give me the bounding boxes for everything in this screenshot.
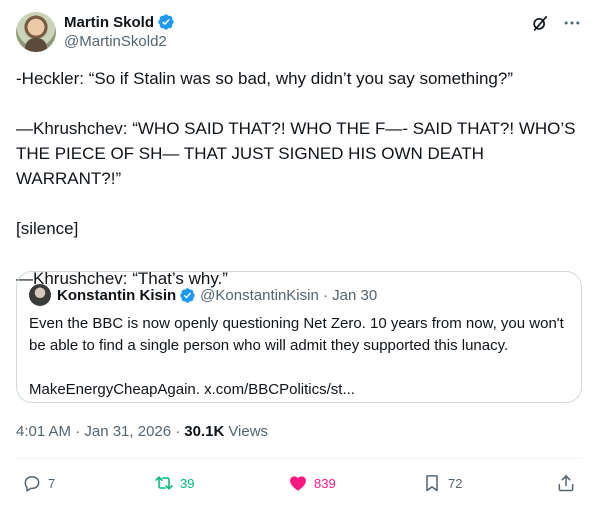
author-avatar[interactable] — [16, 12, 56, 52]
bookmark-button[interactable]: 72 — [422, 470, 462, 496]
tweet-paragraph: —Khrushchev: “WHO SAID THAT?! WHO THE F—… — [16, 119, 580, 188]
tweet-body: -Heckler: “So if Stalin was so bad, why … — [16, 66, 582, 291]
tweet-meta: 4:01 AM · Jan 31, 2026 · 30.1K Views — [16, 421, 268, 441]
author-handle[interactable]: @MartinSkold2 — [64, 33, 175, 50]
author-name-row: Martin Skold — [64, 12, 175, 32]
grok-icon[interactable] — [530, 13, 550, 33]
views-label: Views — [228, 422, 269, 440]
tweet-paragraph: -Heckler: “So if Stalin was so bad, why … — [16, 69, 514, 88]
quoted-paragraph: MakeEnergyCheapAgain. x.com/BBCPolitics/… — [29, 381, 355, 398]
views-count: 30.1K — [184, 422, 225, 440]
action-bar: 7 39 839 72 — [16, 470, 582, 496]
repost-button[interactable]: 39 — [154, 470, 194, 496]
reply-icon — [24, 476, 40, 492]
repost-icon — [155, 476, 173, 490]
share-button[interactable] — [556, 470, 576, 496]
quoted-tweet-header: Konstantin Kisin @KonstantinKisin · Jan … — [29, 284, 378, 306]
header-actions — [530, 12, 582, 34]
reply-count: 7 — [48, 475, 56, 491]
heart-icon — [290, 476, 306, 491]
like-button[interactable]: 839 — [288, 470, 336, 496]
quoted-author-avatar — [29, 284, 51, 306]
tweet-timestamp[interactable]: 4:01 AM · Jan 31, 2026 · — [16, 423, 180, 440]
bookmark-count: 72 — [448, 475, 463, 491]
like-count: 839 — [314, 475, 336, 491]
verified-badge-icon — [158, 14, 174, 30]
more-options-icon[interactable] — [562, 13, 582, 33]
repost-count: 39 — [180, 475, 195, 491]
quoted-author-name: Konstantin Kisin — [57, 286, 177, 304]
quoted-tweet-body: Even the BBC is now openly questioning N… — [29, 313, 569, 401]
reply-button[interactable]: 7 — [22, 470, 55, 496]
share-icon — [558, 475, 574, 492]
tweet-header: Martin Skold @MartinSkold2 — [16, 12, 582, 56]
author-info: Martin Skold @MartinSkold2 — [64, 12, 175, 50]
author-display-name[interactable]: Martin Skold — [64, 14, 154, 31]
verified-badge-icon — [180, 287, 195, 303]
quoted-tweet-card[interactable]: Konstantin Kisin @KonstantinKisin · Jan … — [16, 271, 582, 403]
tweet-paragraph: [silence] — [16, 219, 79, 238]
divider — [16, 458, 582, 459]
quoted-handle-date: @KonstantinKisin · Jan 30 — [200, 286, 378, 304]
bookmark-icon — [426, 475, 438, 492]
quoted-paragraph: Even the BBC is now openly questioning N… — [29, 315, 564, 354]
